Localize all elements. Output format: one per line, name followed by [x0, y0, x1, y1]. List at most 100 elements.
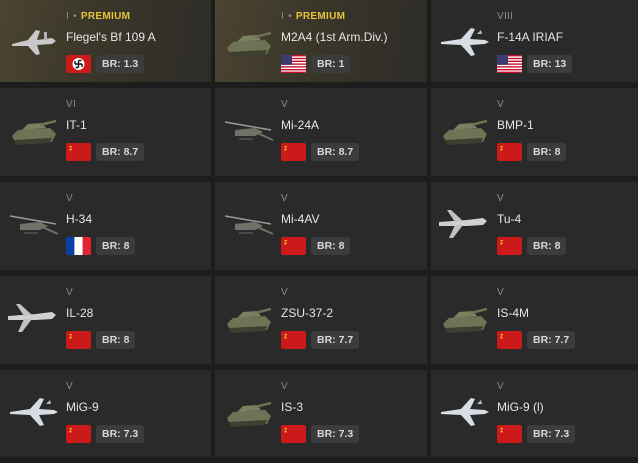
- battle-rating-badge: BR: 7.3: [96, 425, 145, 443]
- tank-thumbnail-icon: [221, 296, 275, 340]
- vehicle-card[interactable]: VI IT-1 BR: 8.7: [0, 88, 211, 176]
- vehicle-card[interactable]: V H-34 BR: 8: [0, 182, 211, 270]
- premium-label: PREMIUM: [295, 11, 346, 22]
- tank-thumbnail-icon: [6, 108, 60, 152]
- ussr-flag-icon: [497, 331, 522, 349]
- heli-thumbnail-icon: [6, 202, 60, 246]
- ussr-flag-icon: [497, 237, 522, 255]
- vehicle-meta: V: [497, 99, 504, 110]
- vehicle-meta: V: [66, 287, 73, 298]
- vehicle-meta: V: [497, 193, 504, 204]
- rank-label: V: [66, 287, 73, 298]
- battle-rating-badge: BR: 7.3: [527, 425, 576, 443]
- vehicle-card[interactable]: V Tu-4 BR: 8: [431, 182, 638, 270]
- battle-rating-badge: BR: 8: [527, 143, 567, 161]
- rank-label: VIII: [497, 11, 514, 22]
- vehicle-name: MiG-9: [66, 400, 99, 414]
- vehicle-name: IS-3: [281, 400, 304, 414]
- plane-thumbnail-icon: [6, 20, 60, 64]
- separator-dot-icon: •: [73, 11, 77, 22]
- vehicle-grid: I • PREMIUM Flegel's Bf 109 A BR: 1.3 I • PREMI…: [0, 0, 638, 463]
- vehicle-name: Mi-4AV: [281, 212, 320, 226]
- rank-label: V: [281, 193, 288, 204]
- rank-label: V: [66, 193, 73, 204]
- vehicle-card[interactable]: V Mi-24A BR: 8.7: [215, 88, 427, 176]
- vehicle-meta: V: [281, 99, 288, 110]
- vehicle-name: ZSU-37-2: [281, 306, 334, 320]
- premium-label: PREMIUM: [80, 11, 131, 22]
- vehicle-card[interactable]: V BMP-1 BR: 8: [431, 88, 638, 176]
- battle-rating-badge: BR: 7.7: [311, 331, 360, 349]
- battle-rating-badge: BR: 7.3: [311, 425, 360, 443]
- vehicle-name: BMP-1: [497, 118, 534, 132]
- vehicle-card[interactable]: V ZSU-37-2 BR: 7.7: [215, 276, 427, 364]
- vehicle-card[interactable]: V IS-4M BR: 7.7: [431, 276, 638, 364]
- battle-rating-badge: BR: 8.7: [311, 143, 360, 161]
- tank-thumbnail-icon: [221, 20, 275, 64]
- rank-label: V: [281, 287, 288, 298]
- bomber-thumbnail-icon: [437, 202, 491, 246]
- ussr-flag-icon: [281, 143, 306, 161]
- bomber-thumbnail-icon: [6, 296, 60, 340]
- france-flag-icon: [66, 237, 91, 255]
- vehicle-meta: VIII: [497, 11, 513, 22]
- battle-rating-badge: BR: 8.7: [96, 143, 145, 161]
- ussr-flag-icon: [66, 143, 91, 161]
- vehicle-card[interactable]: VIII F-14A IRIAF BR: 13: [431, 0, 638, 82]
- heli-thumbnail-icon: [221, 202, 275, 246]
- heli-thumbnail-icon: [221, 108, 275, 152]
- vehicle-meta: I • PREMIUM: [281, 11, 345, 22]
- vehicle-meta: I • PREMIUM: [66, 11, 130, 22]
- rank-label: I: [66, 11, 70, 22]
- rank-label: V: [497, 381, 504, 392]
- battle-rating-badge: BR: 13: [527, 55, 573, 73]
- usa-flag-icon: [281, 55, 306, 73]
- vehicle-card[interactable]: V IL-28 BR: 8: [0, 276, 211, 364]
- jet-thumbnail-icon: [437, 390, 491, 434]
- vehicle-meta: V: [497, 381, 504, 392]
- vehicle-name: F-14A IRIAF: [497, 30, 564, 44]
- vehicle-card[interactable]: V IS-3 BR: 7.3: [215, 370, 427, 457]
- vehicle-card[interactable]: V MiG-9 BR: 7.3: [0, 370, 211, 457]
- ussr-flag-icon: [497, 143, 522, 161]
- vehicle-name: M2A4 (1st Arm.Div.): [281, 30, 388, 44]
- vehicle-meta: V: [281, 193, 288, 204]
- vehicle-meta: V: [66, 193, 73, 204]
- vehicle-card[interactable]: I • PREMIUM Flegel's Bf 109 A BR: 1.3: [0, 0, 211, 82]
- ussr-flag-icon: [281, 331, 306, 349]
- vehicle-meta: VI: [66, 99, 76, 110]
- battle-rating-badge: BR: 7.7: [527, 331, 576, 349]
- vehicle-meta: V: [497, 287, 504, 298]
- battle-rating-badge: BR: 1.3: [96, 55, 145, 73]
- battle-rating-badge: BR: 8: [311, 237, 351, 255]
- battle-rating-badge: BR: 1: [311, 55, 351, 73]
- vehicle-name: Mi-24A: [281, 118, 320, 132]
- vehicle-name: IS-4M: [497, 306, 530, 320]
- rank-label: V: [497, 193, 504, 204]
- vehicle-name: Tu-4: [497, 212, 522, 226]
- vehicle-meta: V: [66, 381, 73, 392]
- tank-thumbnail-icon: [437, 108, 491, 152]
- ussr-flag-icon: [497, 425, 522, 443]
- usa-flag-icon: [497, 55, 522, 73]
- vehicle-card[interactable]: V MiG-9 (l) BR: 7.3: [431, 370, 638, 457]
- vehicle-card[interactable]: V Mi-4AV BR: 8: [215, 182, 427, 270]
- vehicle-name: IT-1: [66, 118, 87, 132]
- rank-label: V: [497, 99, 504, 110]
- ussr-flag-icon: [66, 331, 91, 349]
- jet-thumbnail-icon: [437, 20, 491, 64]
- rank-label: V: [497, 287, 504, 298]
- separator-dot-icon: •: [288, 11, 292, 22]
- vehicle-card[interactable]: I • PREMIUM M2A4 (1st Arm.Div.) BR: 1: [215, 0, 427, 82]
- vehicle-name: IL-28: [66, 306, 94, 320]
- rank-label: VI: [66, 99, 77, 110]
- ussr-flag-icon: [281, 237, 306, 255]
- vehicle-name: MiG-9 (l): [497, 400, 544, 414]
- vehicle-name: H-34: [66, 212, 93, 226]
- jet-thumbnail-icon: [6, 390, 60, 434]
- rank-label: I: [281, 11, 285, 22]
- vehicle-meta: V: [281, 287, 288, 298]
- tank-thumbnail-icon: [221, 390, 275, 434]
- vehicle-name: Flegel's Bf 109 A: [66, 30, 156, 44]
- ussr-flag-icon: [281, 425, 306, 443]
